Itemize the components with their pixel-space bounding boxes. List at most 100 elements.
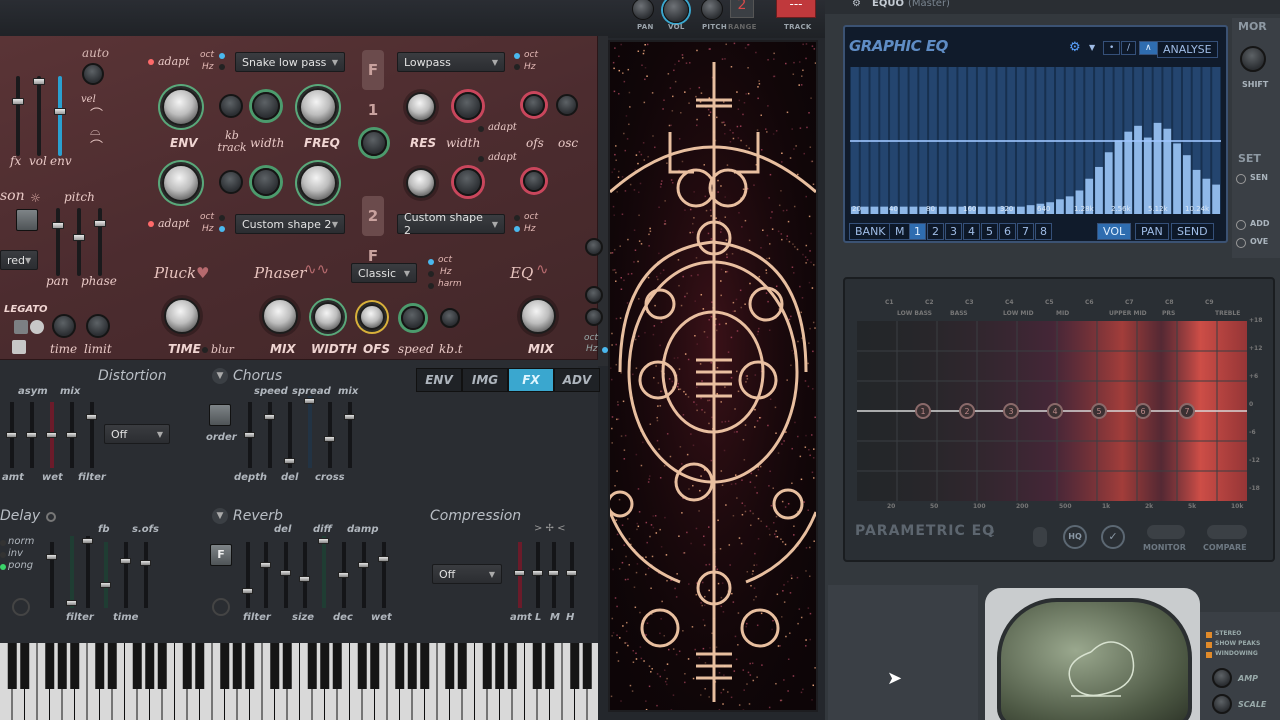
res-knob[interactable] (406, 92, 436, 122)
piano-black-key[interactable] (282, 643, 292, 689)
piano-black-key[interactable] (545, 643, 555, 689)
phase-fader-a-cap[interactable] (73, 234, 85, 241)
range-value[interactable]: 2 (730, 0, 754, 18)
reverb-fader-4-cap[interactable] (299, 576, 310, 582)
chorus-fader-2-cap[interactable] (264, 414, 275, 420)
bank-8-button[interactable]: 8 (1035, 223, 1052, 240)
dropdown-arrow-icon[interactable]: ▼ (1089, 43, 1095, 52)
stereo-checkbox[interactable] (1206, 632, 1212, 638)
piano-black-key[interactable] (320, 643, 330, 689)
piano-black-key[interactable] (270, 643, 280, 689)
pluck-time-knob[interactable] (164, 298, 200, 334)
delay-fader-4[interactable] (104, 542, 108, 608)
blur-led[interactable] (202, 347, 208, 353)
piano-black-key[interactable] (132, 643, 142, 689)
chorus-fader-2[interactable] (268, 402, 272, 468)
piano-keys-svg[interactable] (0, 643, 599, 720)
reverb-fader-8[interactable] (382, 542, 386, 608)
dist-mode-select[interactable]: Off ▼ (104, 424, 170, 444)
reverb-mode-icon[interactable] (212, 598, 230, 616)
piano-black-key[interactable] (407, 643, 417, 689)
phaser-ofs-knob[interactable] (359, 304, 385, 330)
phaser-kbt-knob[interactable] (440, 308, 460, 328)
phaser-oct-led[interactable] (428, 259, 434, 265)
piano-black-key[interactable] (332, 643, 342, 689)
reverb-fader-8-cap[interactable] (378, 556, 389, 562)
delay-mode-icon[interactable] (12, 598, 30, 616)
adapt-led-2[interactable] (478, 126, 484, 132)
reverb-fader-7-cap[interactable] (358, 562, 369, 568)
env2-knob[interactable] (162, 164, 200, 202)
filter-mix-knob[interactable] (361, 130, 387, 156)
adapt-led-3[interactable] (478, 156, 484, 162)
side-knob-3[interactable] (585, 308, 603, 326)
filter1-badge[interactable]: F 1 (362, 50, 384, 119)
reverb-fader-4[interactable] (303, 542, 307, 608)
filter2-badge[interactable]: 2 F (362, 196, 384, 265)
auto-knob[interactable] (82, 63, 104, 85)
check-icon[interactable]: ✓ (1101, 525, 1125, 549)
comp-fader-2-cap[interactable] (532, 570, 543, 576)
pan-fader-cap[interactable] (52, 222, 64, 229)
peq-node-4[interactable]: 4 (1047, 403, 1063, 419)
piano-black-key[interactable] (220, 643, 230, 689)
peq-node-1[interactable]: 1 (915, 403, 931, 419)
analyse-button[interactable]: ANALYSE (1157, 41, 1218, 58)
piano-keyboard[interactable] (0, 643, 599, 720)
bank-3-button[interactable]: 3 (945, 223, 962, 240)
width3-knob[interactable] (252, 168, 280, 196)
send-mode-button[interactable]: SEND (1171, 223, 1214, 240)
delay-fader-2[interactable] (70, 536, 74, 608)
windowing-checkbox[interactable] (1206, 652, 1212, 658)
comp-mode-select[interactable]: Off ▼ (432, 564, 502, 584)
phase-fader-b-cap[interactable] (94, 220, 106, 227)
piano-black-key[interactable] (370, 643, 380, 689)
shape-a-select[interactable]: Custom shape 2 ▼ (235, 214, 345, 234)
ofs2-knob[interactable] (523, 170, 545, 192)
reverb-f-button[interactable]: F (210, 544, 232, 566)
piano-black-key[interactable] (495, 643, 505, 689)
chorus-order-button[interactable] (209, 404, 231, 426)
hz-led-4[interactable] (514, 226, 520, 232)
pitch-knob[interactable] (701, 0, 723, 20)
shape-b-select[interactable]: Custom shape 2 ▼ (397, 211, 505, 237)
compare-toggle[interactable] (1207, 525, 1247, 539)
piano-black-key[interactable] (145, 643, 155, 689)
piano-black-key[interactable] (7, 643, 17, 689)
piano-black-key[interactable] (457, 643, 467, 689)
amp-knob[interactable] (1212, 668, 1232, 688)
chorus-fader-5-cap[interactable] (324, 436, 335, 442)
bank-1-button[interactable]: 1 (909, 223, 926, 240)
kbtrack2-knob[interactable] (219, 170, 243, 194)
mute-button[interactable]: M (889, 223, 911, 240)
tab-img[interactable]: IMG (462, 368, 508, 392)
oct-led-3[interactable] (219, 215, 225, 221)
bank-2-button[interactable]: 2 (927, 223, 944, 240)
delay-fader-6-cap[interactable] (140, 560, 151, 566)
piano-black-key[interactable] (245, 643, 255, 689)
vol-fader-cap[interactable] (33, 78, 45, 85)
phase-fader-b[interactable] (98, 208, 102, 276)
env-knob[interactable] (162, 88, 200, 126)
osc-knob[interactable] (556, 94, 578, 116)
width2-knob[interactable] (454, 92, 482, 120)
piano-black-key[interactable] (420, 643, 430, 689)
vel-curve-icons[interactable]: ⌒ ⌓ ⌒ (90, 108, 103, 156)
piano-black-key[interactable] (395, 643, 405, 689)
hz-led-2[interactable] (514, 64, 520, 70)
piano-black-key[interactable] (307, 643, 317, 689)
piano-black-key[interactable] (107, 643, 117, 689)
vol-fader[interactable] (37, 76, 41, 156)
adapt-led-1[interactable] (148, 59, 154, 65)
delay-fader-5[interactable] (124, 542, 128, 608)
bank-6-button[interactable]: 6 (999, 223, 1016, 240)
piano-black-key[interactable] (45, 643, 55, 689)
shift-knob[interactable] (1240, 46, 1266, 72)
gear-icon[interactable]: ⚙ (852, 0, 861, 9)
reverb-fader-5[interactable] (322, 536, 326, 608)
chorus-fader-5[interactable] (328, 402, 332, 468)
geq-band-bar[interactable] (1124, 131, 1133, 214)
dist-fader-5-cap[interactable] (86, 414, 97, 420)
pan-knob[interactable] (632, 0, 654, 20)
legato-toggle[interactable] (14, 320, 28, 334)
